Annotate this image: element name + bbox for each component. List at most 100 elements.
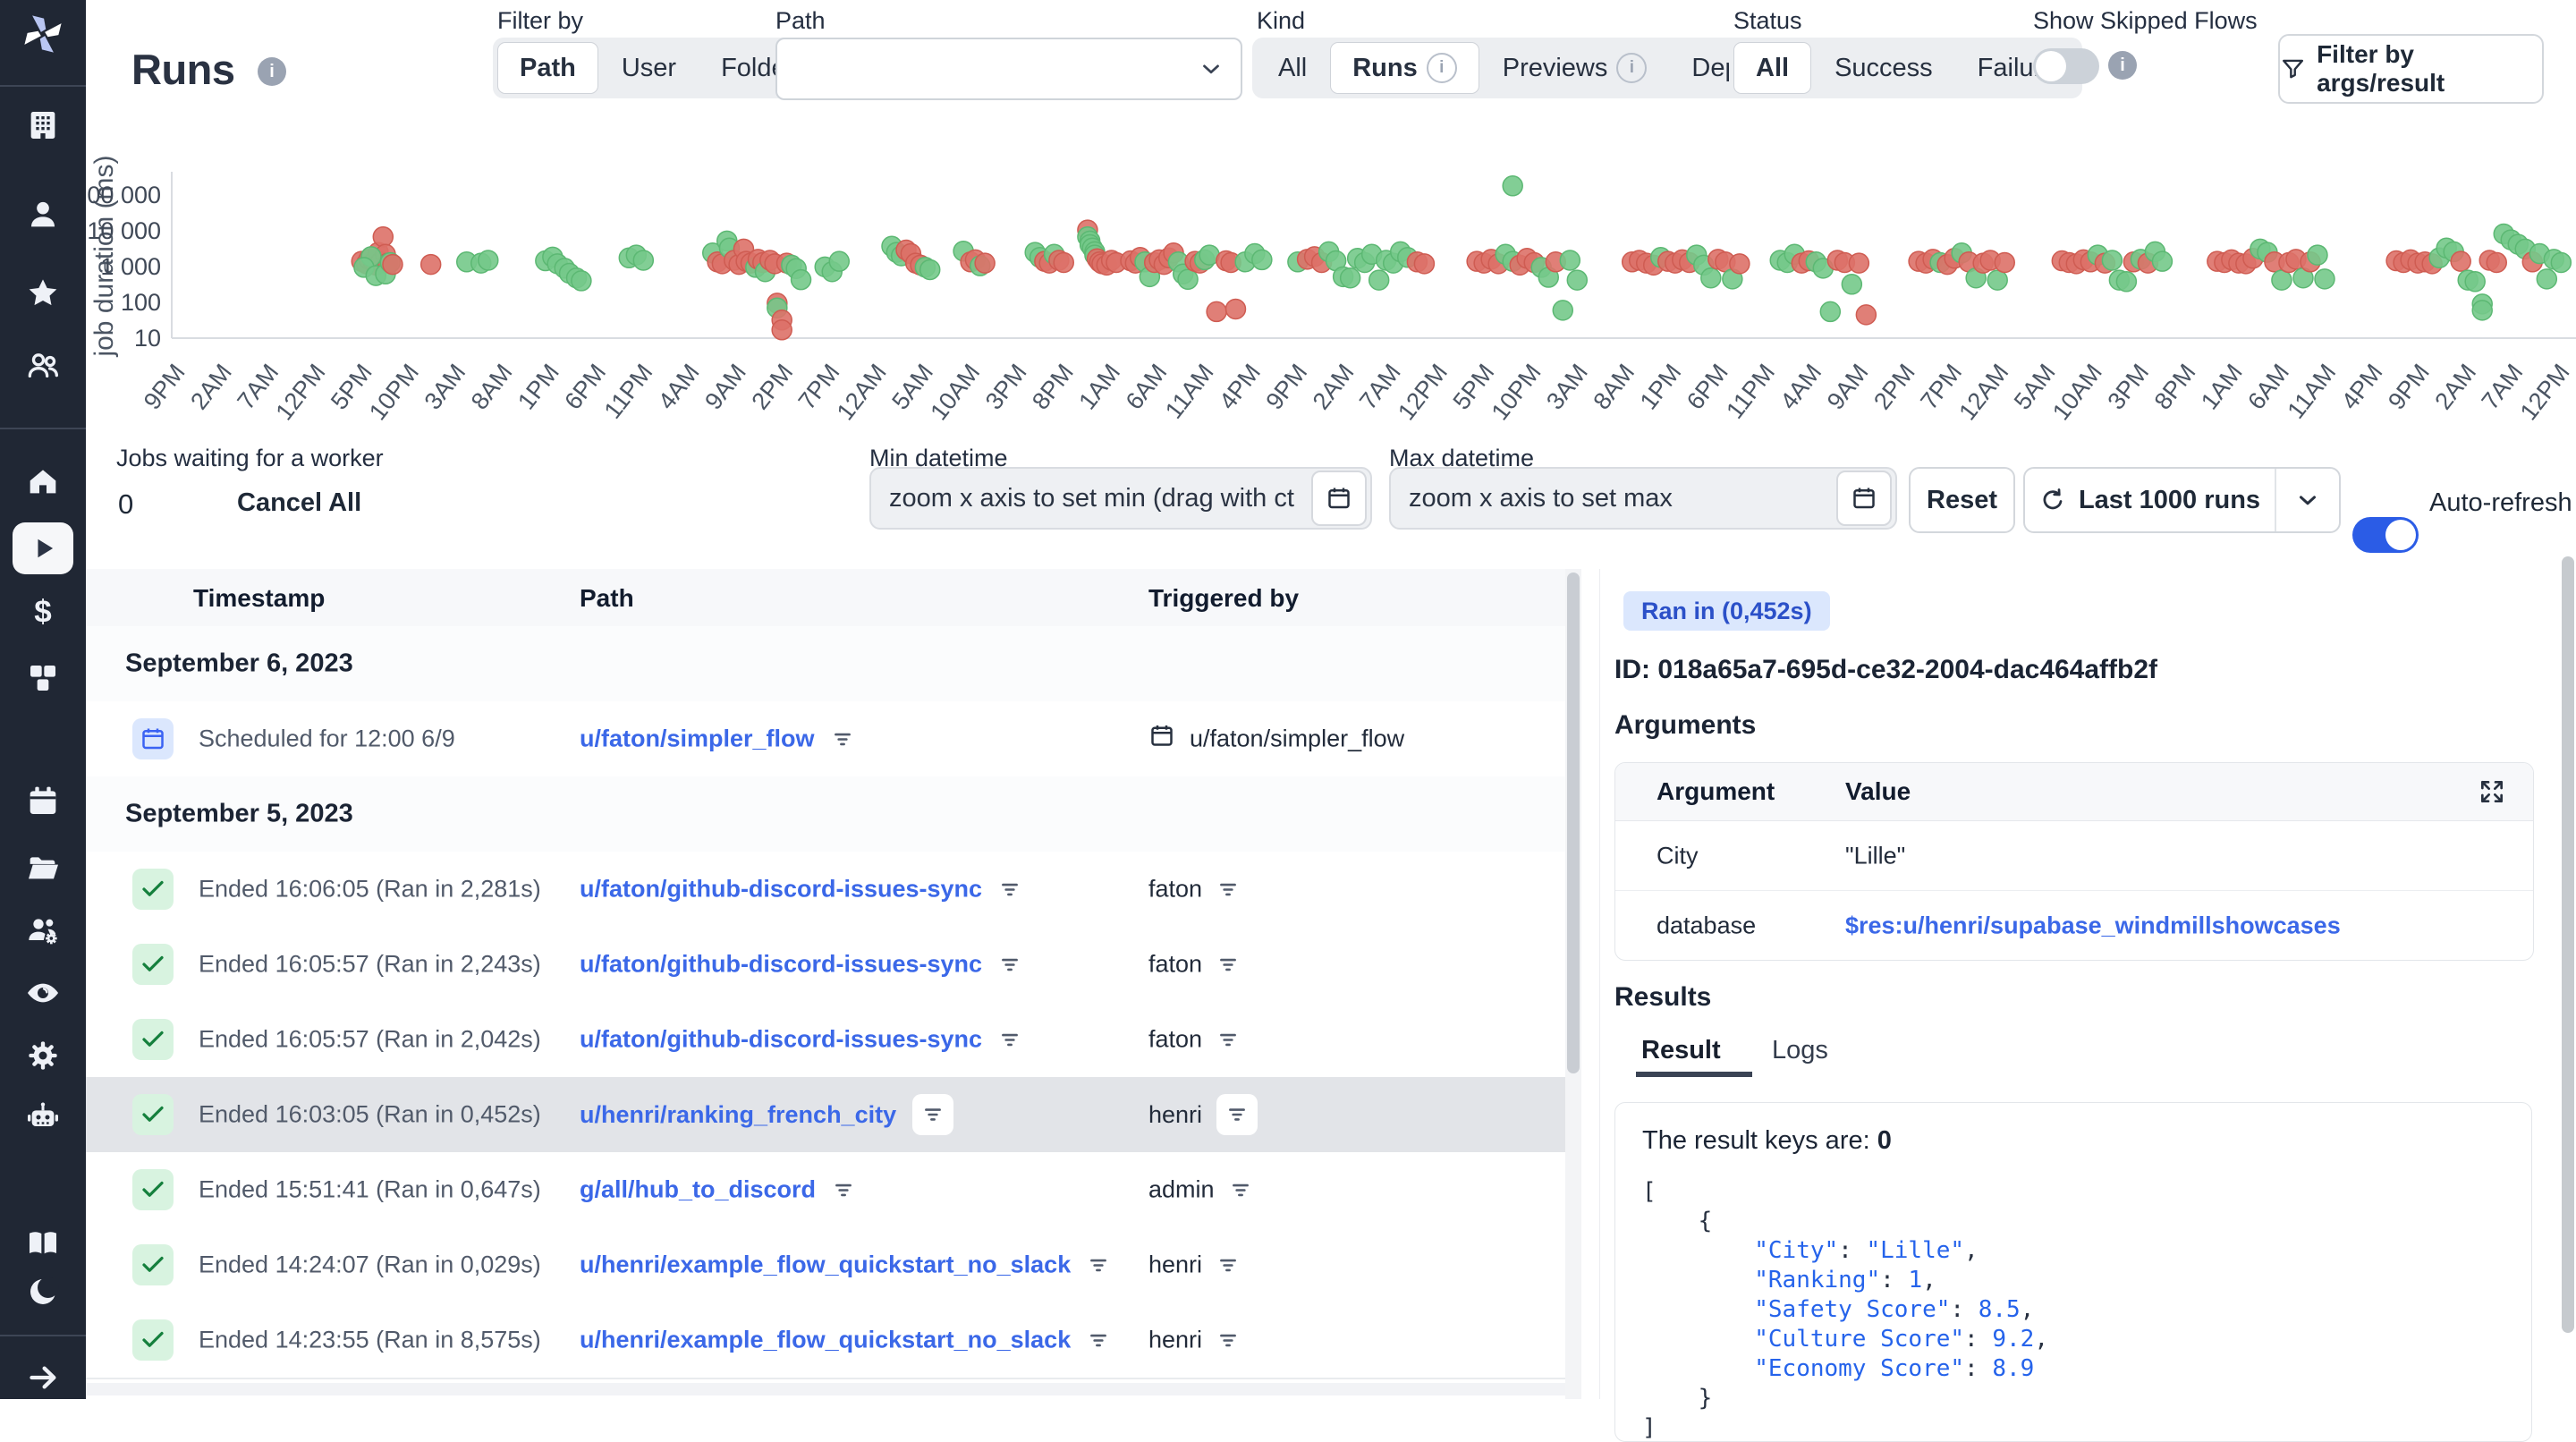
folder-icon[interactable] (25, 850, 61, 886)
info-icon[interactable]: i (258, 57, 286, 86)
book-icon[interactable] (25, 1226, 61, 1261)
filter-icon[interactable] (1229, 1178, 1252, 1201)
gear-icon[interactable] (25, 1038, 61, 1073)
run-timestamp: Ended 16:03:05 (Ran in 0,452s) (199, 1101, 541, 1129)
status-success[interactable]: Success (1813, 42, 1954, 94)
run-path-link[interactable]: u/faton/github-discord-issues-sync (580, 951, 982, 979)
table-row[interactable]: Ended 14:24:07 (Ran in 0,029s)u/henri/ex… (86, 1227, 1565, 1304)
min-datetime-input[interactable] (871, 483, 1311, 514)
run-path-link[interactable]: u/faton/simpler_flow (580, 725, 815, 753)
col-value: Value (1845, 777, 1911, 806)
svg-text:2AM: 2AM (1308, 359, 1360, 414)
svg-text:11AM: 11AM (1160, 359, 1219, 423)
svg-text:3AM: 3AM (1541, 359, 1593, 414)
panel-scrollbar[interactable] (2560, 555, 2576, 1399)
calendar-button[interactable] (1311, 471, 1367, 526)
table-row[interactable]: Ended 15:51:41 (Ran in 0,647s)g/all/hub_… (86, 1152, 1565, 1229)
users-icon[interactable] (25, 347, 61, 383)
svg-text:3PM: 3PM (2102, 359, 2154, 414)
filter-icon[interactable] (831, 727, 854, 751)
status-all[interactable]: All (1733, 42, 1811, 94)
filter-icon[interactable] (1216, 1028, 1240, 1051)
svg-text:12AM: 12AM (832, 359, 892, 425)
argument-value[interactable]: $res:u/henri/supabase_windmillshowcases (1845, 912, 2341, 939)
path-select[interactable] (775, 38, 1242, 100)
chevron-down-icon (1198, 55, 1224, 82)
kind-previews[interactable]: Previewsi (1481, 42, 1669, 94)
filter-icon[interactable] (1216, 878, 1240, 901)
run-path-link[interactable]: u/henri/example_flow_quickstart_no_slack (580, 1327, 1071, 1354)
tab-logs[interactable]: Logs (1772, 1036, 1828, 1065)
user-icon[interactable] (25, 197, 61, 233)
run-path-link[interactable]: u/henri/ranking_french_city (580, 1101, 896, 1129)
chevron-down-icon (2294, 487, 2321, 513)
last-runs-button[interactable]: Last 1000 runs (2025, 469, 2275, 531)
filter-by-user[interactable]: User (600, 42, 698, 94)
eye-icon[interactable] (25, 975, 61, 1011)
table-row[interactable]: Scheduled for 12:00 6/9u/faton/simpler_f… (86, 701, 1565, 778)
next-row-sliver (86, 1383, 1565, 1395)
table-row[interactable]: Ended 14:23:55 (Ran in 8,575s) u/henri/ex… (86, 1302, 1565, 1379)
robot-icon[interactable] (25, 1098, 61, 1134)
info-icon[interactable]: i (1427, 53, 1457, 83)
filter-icon[interactable] (1087, 1328, 1110, 1352)
run-timestamp: Ended 14:23:55 (Ran in 8,575s) (199, 1327, 541, 1354)
table-row[interactable]: Ended 16:05:57 (Ran in 2,243s)u/faton/gi… (86, 927, 1565, 1004)
tab-result[interactable]: Result (1641, 1036, 1721, 1065)
home-icon[interactable] (25, 463, 61, 499)
reset-button[interactable]: Reset (1909, 467, 2015, 533)
info-icon[interactable]: i (1616, 53, 1647, 83)
sidebar-item-runs[interactable] (13, 522, 73, 574)
table-row[interactable]: Ended 16:06:05 (Ran in 2,281s)u/faton/gi… (86, 852, 1565, 929)
filter-args-button[interactable]: Filter by args/result (2278, 34, 2544, 104)
filter-icon[interactable] (998, 953, 1021, 976)
building-icon[interactable] (25, 107, 61, 143)
filter-button[interactable] (1216, 1094, 1258, 1135)
last-runs-dropdown[interactable] (2276, 469, 2339, 531)
svg-text:9PM: 9PM (1260, 359, 1312, 414)
triggered-by: u/faton/simpler_flow (1190, 725, 1404, 753)
expand-icon[interactable] (2478, 777, 2506, 806)
svg-text:10PM: 10PM (1487, 359, 1546, 425)
argument-row: City"Lille" (1615, 821, 2533, 891)
filter-icon[interactable] (832, 1178, 855, 1201)
cancel-all-button[interactable]: Cancel All (237, 488, 361, 518)
filter-by-path[interactable]: Path (497, 42, 598, 94)
filter-button[interactable] (912, 1094, 953, 1135)
filter-icon[interactable] (1216, 953, 1240, 976)
run-path-link[interactable]: g/all/hub_to_discord (580, 1176, 816, 1204)
kind-all[interactable]: All (1257, 42, 1328, 94)
kind-runs[interactable]: Runsi (1330, 42, 1479, 94)
svg-text:9AM: 9AM (1822, 359, 1874, 414)
calendar-button[interactable] (1836, 471, 1892, 526)
info-icon[interactable]: i (2108, 51, 2137, 80)
svg-text:4PM: 4PM (1214, 359, 1266, 414)
cubes-icon[interactable] (25, 660, 61, 696)
filter-icon[interactable] (998, 878, 1021, 901)
filter-icon[interactable] (1216, 1328, 1240, 1352)
auto-refresh-toggle[interactable] (2352, 517, 2419, 553)
filter-icon[interactable] (1216, 1253, 1240, 1277)
date-group-row: September 6, 2023 (86, 626, 1565, 703)
run-path-link[interactable]: u/henri/example_flow_quickstart_no_slack (580, 1251, 1071, 1279)
calendar-icon[interactable] (25, 784, 61, 819)
windmill-logo[interactable] (20, 11, 66, 57)
table-row[interactable]: Ended 16:05:57 (Ran in 2,042s)u/faton/gi… (86, 1002, 1565, 1079)
arrow-right-icon[interactable] (25, 1360, 61, 1395)
runs-duration-chart[interactable]: job duration (ms)100 00010 0001 00010010… (86, 140, 2576, 453)
triggered-by: faton (1148, 876, 1202, 903)
filter-icon[interactable] (998, 1028, 1021, 1051)
run-path-link[interactable]: u/faton/github-discord-issues-sync (580, 1026, 982, 1054)
table-row[interactable]: Ended 16:03:05 (Ran in 0,452s) u/henri/ra… (86, 1077, 1565, 1154)
result-json: [ { "City": "Lille", "Ranking": 1, "Safe… (1642, 1177, 2504, 1442)
table-scrollbar[interactable] (1565, 569, 1581, 1399)
run-path-link[interactable]: u/faton/github-discord-issues-sync (580, 876, 982, 903)
skipped-flows-toggle[interactable] (2033, 48, 2099, 84)
dollar-icon[interactable]: $ (25, 594, 61, 630)
users-gear-icon[interactable] (25, 912, 61, 948)
star-icon[interactable] (25, 276, 61, 311)
max-datetime-input[interactable] (1391, 483, 1836, 514)
moon-icon[interactable] (25, 1274, 61, 1310)
success-check-icon (132, 1244, 174, 1285)
filter-icon[interactable] (1087, 1253, 1110, 1277)
